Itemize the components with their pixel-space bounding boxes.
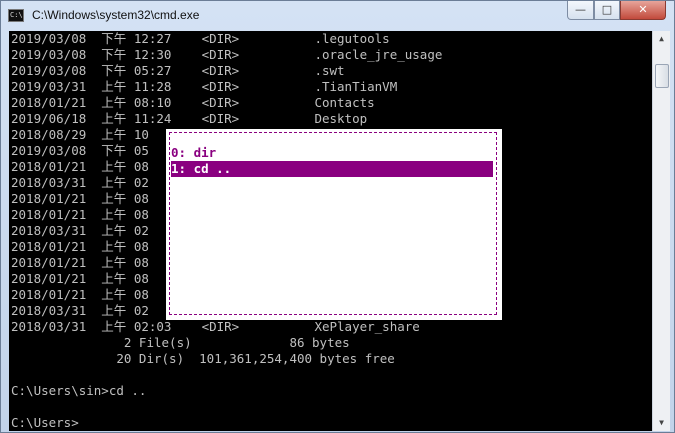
console-line: 2018/03/31 上午 02 bbox=[11, 175, 149, 190]
history-item-cd[interactable]: 1: cd .. bbox=[171, 161, 493, 177]
command-history-popup[interactable]: 0: dir 1: cd .. bbox=[166, 129, 502, 320]
cmd-window: C:\ C:\Windows\system32\cmd.exe — □ ✕ 20… bbox=[0, 0, 675, 433]
console-line: 2018/03/31 上午 02:03 <DIR> XePlayer_share bbox=[11, 319, 420, 334]
console-line: 2018/03/31 上午 02 bbox=[11, 223, 149, 238]
maximize-button[interactable]: □ bbox=[594, 1, 620, 20]
minimize-button[interactable]: — bbox=[567, 1, 594, 20]
console-line: 2018/03/31 上午 02 bbox=[11, 303, 149, 318]
title-bar[interactable]: C:\ C:\Windows\system32\cmd.exe — □ ✕ bbox=[1, 1, 674, 31]
console-icon[interactable]: C:\ bbox=[8, 9, 24, 22]
console-line: 2019/03/08 下午 12:27 <DIR> .legutools bbox=[11, 31, 390, 46]
scroll-thumb[interactable] bbox=[655, 64, 669, 88]
console-line: 2019/06/18 上午 11:24 <DIR> Desktop bbox=[11, 111, 368, 126]
window-title: C:\Windows\system32\cmd.exe bbox=[32, 8, 200, 22]
console-line: C:\Users> bbox=[11, 415, 79, 430]
console-output[interactable]: 2019/03/08 下午 12:27 <DIR> .legutools 201… bbox=[9, 31, 652, 431]
console-line: 2018/08/29 上午 10 bbox=[11, 127, 149, 142]
console-line: 2019/03/08 下午 12:30 <DIR> .oracle_jre_us… bbox=[11, 47, 443, 62]
console-line: C:\Users\sin>cd .. bbox=[11, 383, 147, 398]
console-line: 2018/01/21 上午 08:10 <DIR> Contacts bbox=[11, 95, 375, 110]
console-line: 2018/01/21 上午 08 bbox=[11, 159, 149, 174]
console-line: 2 File(s) 86 bytes bbox=[11, 335, 350, 350]
console-line: 2019/03/31 上午 11:28 <DIR> .TianTianVM bbox=[11, 79, 398, 94]
history-item-dir[interactable]: 0: dir bbox=[171, 145, 493, 161]
close-button[interactable]: ✕ bbox=[620, 1, 666, 20]
console-line: 2018/01/21 上午 08 bbox=[11, 255, 149, 270]
console-line: 2018/01/21 上午 08 bbox=[11, 207, 149, 222]
console-line: 2018/01/21 上午 08 bbox=[11, 271, 149, 286]
console-line: 2018/01/21 上午 08 bbox=[11, 239, 149, 254]
scroll-down-icon[interactable]: ▼ bbox=[653, 415, 670, 431]
vertical-scrollbar[interactable]: ▲ ▼ bbox=[652, 31, 670, 431]
console-line: 20 Dir(s) 101,361,254,400 bytes free bbox=[11, 351, 395, 366]
console-line: 2019/03/08 下午 05 bbox=[11, 143, 149, 158]
console-line: 2018/01/21 上午 08 bbox=[11, 191, 149, 206]
scroll-up-icon[interactable]: ▲ bbox=[653, 31, 670, 47]
console-line: 2019/03/08 下午 05:27 <DIR> .swt bbox=[11, 63, 345, 78]
console-line: 2018/01/21 上午 08 bbox=[11, 287, 149, 302]
